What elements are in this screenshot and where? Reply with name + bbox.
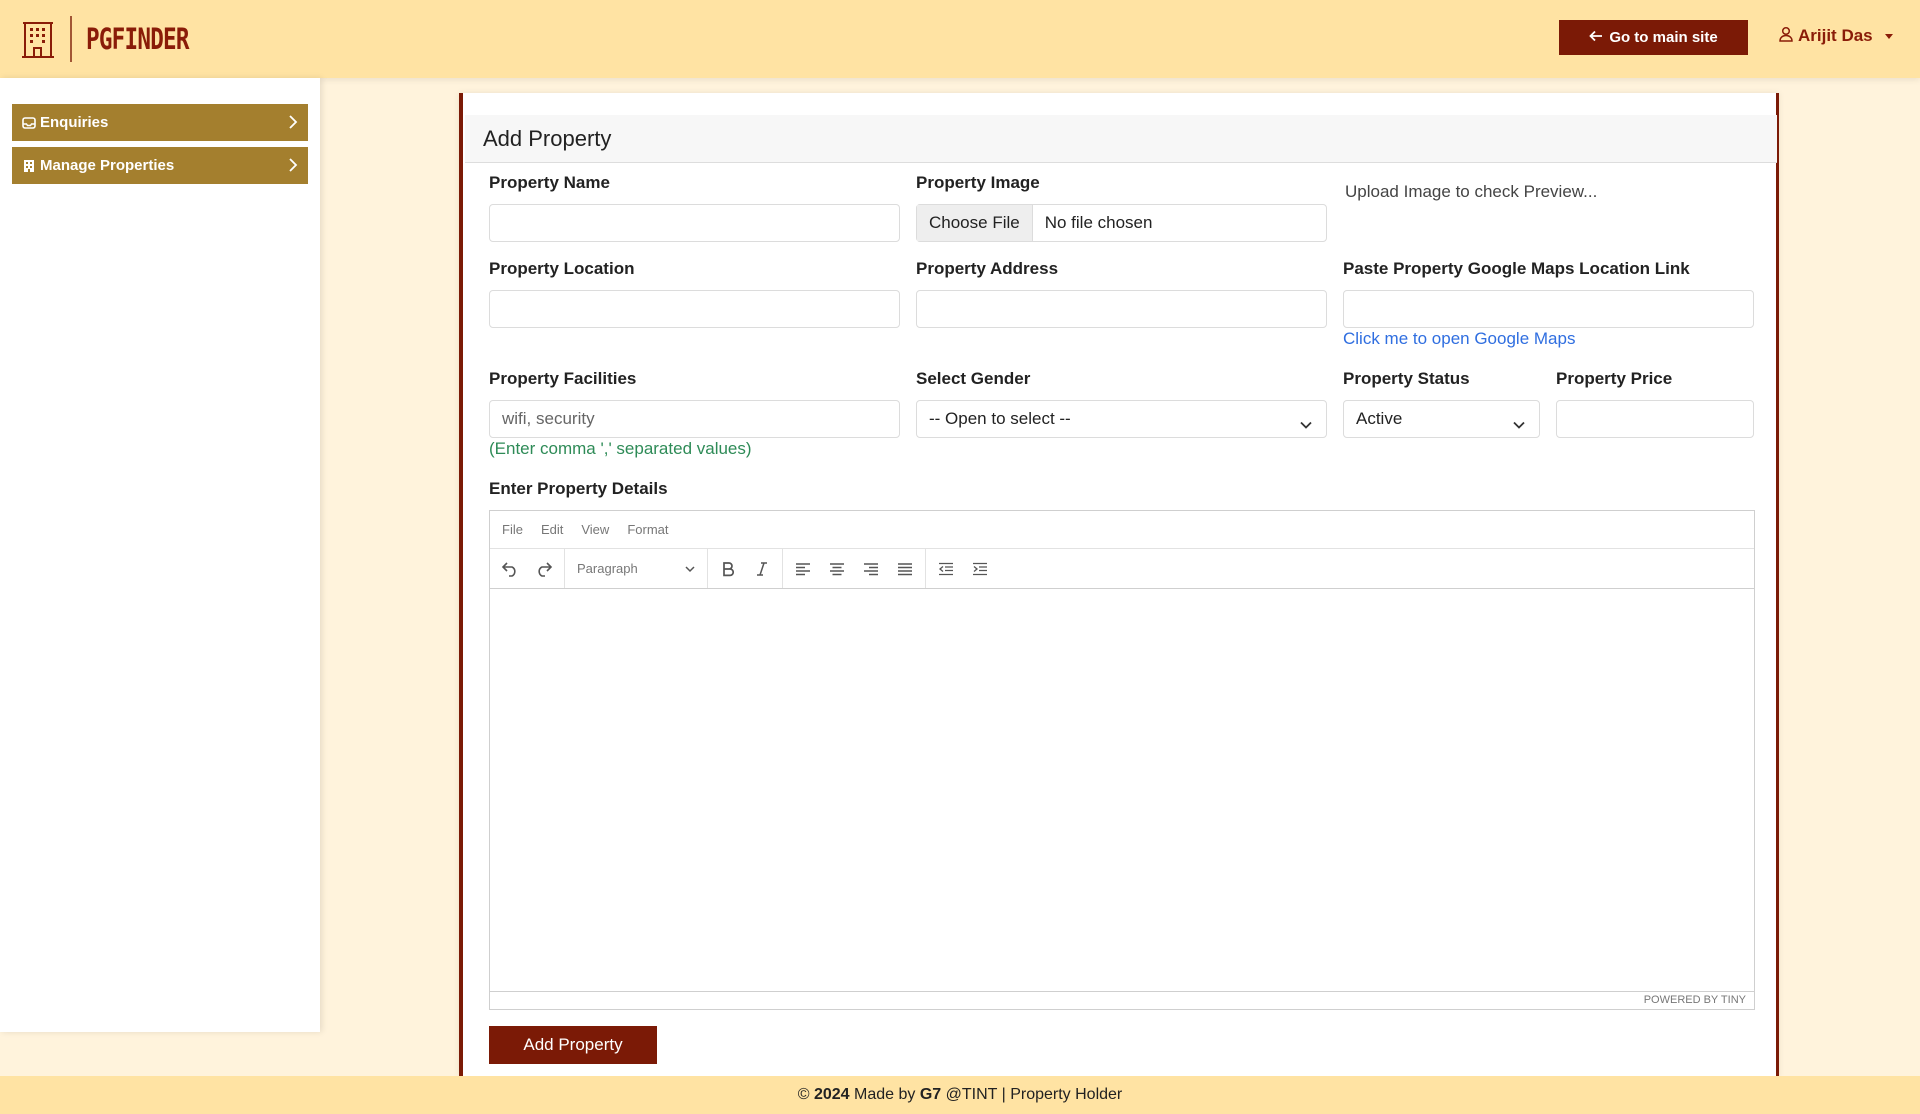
property-name-input[interactable] — [489, 204, 900, 242]
property-image-label: Property Image — [916, 173, 1040, 192]
block-format-select[interactable]: Paragraph — [571, 555, 701, 583]
gender-label: Select Gender — [916, 369, 1031, 388]
user-icon — [1778, 26, 1794, 47]
editor-menubar: File Edit View Format — [490, 511, 1754, 549]
footer-org: @TINT | Property Holder — [945, 1086, 1123, 1103]
gender-select[interactable]: -- Open to select -- — [916, 400, 1327, 438]
user-name: Arijit Das — [1798, 26, 1873, 45]
image-preview-alt: Upload Image to check Preview... — [1345, 181, 1598, 201]
sidebar-item-label: Manage Properties — [40, 157, 175, 174]
caret-down-icon — [1884, 33, 1893, 39]
bold-icon[interactable] — [714, 555, 742, 583]
alignment-group — [783, 549, 926, 588]
outdent-icon[interactable] — [932, 555, 960, 583]
menu-edit[interactable]: Edit — [541, 522, 563, 537]
copyright-symbol: © — [797, 1086, 810, 1103]
open-google-maps-link[interactable]: Click me to open Google Maps — [1343, 329, 1575, 349]
maps-link-label: Paste Property Google Maps Location Link — [1343, 259, 1690, 278]
price-input[interactable] — [1556, 400, 1754, 438]
italic-icon[interactable] — [748, 555, 776, 583]
align-right-icon[interactable] — [857, 555, 885, 583]
page-title: Add Property — [465, 115, 1777, 163]
gender-selected-value: -- Open to select -- — [929, 409, 1071, 428]
chevron-down-icon — [1513, 414, 1525, 434]
chevron-down-icon — [685, 561, 695, 576]
align-justify-icon[interactable] — [891, 555, 919, 583]
property-address-input[interactable] — [916, 290, 1327, 328]
chevron-down-icon — [1300, 414, 1312, 434]
file-status: No file chosen — [1044, 213, 1153, 232]
powered-by-tiny-link[interactable]: POWERED BY TINY — [1644, 994, 1746, 1006]
property-image-file-input[interactable]: Choose File No file chosen — [916, 204, 1327, 242]
choose-file-button[interactable]: Choose File — [917, 205, 1033, 241]
align-center-icon[interactable] — [823, 555, 851, 583]
brand-name: PGFINDER — [86, 22, 189, 56]
undo-icon[interactable] — [496, 555, 524, 583]
user-menu[interactable]: Arijit Das — [1778, 24, 1893, 48]
top-navbar: PGFINDER Go to main site Arijit Das — [0, 0, 1920, 78]
details-label: Enter Property Details — [489, 479, 668, 498]
editor-statusbar: POWERED BY TINY — [490, 991, 1754, 1009]
status-selected-value: Active — [1356, 409, 1403, 428]
add-property-button[interactable]: Add Property — [489, 1026, 657, 1064]
image-preview: Upload Image to check Preview... — [1343, 181, 1597, 202]
rich-text-editor: File Edit View Format Paragraph POWERED … — [489, 510, 1755, 1010]
footer: © 2024 Made by G7 @TINT | Property Holde… — [0, 1076, 1920, 1114]
footer-year: 2024 — [813, 1086, 850, 1103]
block-format-value: Paragraph — [577, 561, 638, 576]
editor-toolbar: Paragraph — [490, 549, 1754, 589]
footer-team: G7 — [919, 1086, 942, 1103]
arrow-left-icon — [1589, 29, 1603, 46]
brand[interactable]: PGFINDER — [20, 16, 218, 62]
sidebar-item-enquiries[interactable]: Enquiries — [12, 104, 308, 141]
sidebar-item-label: Enquiries — [40, 114, 109, 131]
sidebar: Enquiries Manage Properties — [0, 78, 320, 1032]
brand-divider — [70, 16, 72, 62]
redo-icon[interactable] — [530, 555, 558, 583]
editor-content-area[interactable] — [490, 589, 1754, 991]
menu-file[interactable]: File — [502, 522, 523, 537]
building-icon — [20, 18, 56, 60]
footer-made-by: Made by — [854, 1086, 916, 1103]
status-select[interactable]: Active — [1343, 400, 1540, 438]
go-to-main-site-label: Go to main site — [1609, 29, 1718, 46]
block-format-group: Paragraph — [565, 549, 708, 588]
building-icon — [22, 159, 36, 173]
property-location-input[interactable] — [489, 290, 900, 328]
indent-group — [926, 549, 1000, 588]
indent-icon[interactable] — [966, 555, 994, 583]
facilities-input[interactable]: wifi, security — [489, 400, 900, 438]
status-label: Property Status — [1343, 369, 1470, 388]
history-group — [490, 549, 565, 588]
sidebar-item-manage-properties[interactable]: Manage Properties — [12, 147, 308, 184]
chevron-right-icon — [288, 114, 298, 134]
text-style-group — [708, 549, 783, 588]
align-left-icon[interactable] — [789, 555, 817, 583]
go-to-main-site-button[interactable]: Go to main site — [1559, 20, 1748, 55]
inbox-icon — [22, 116, 36, 130]
property-location-label: Property Location — [489, 259, 635, 278]
facilities-help-text: (Enter comma ',' separated values) — [489, 439, 752, 458]
maps-link-input[interactable] — [1343, 290, 1754, 328]
menu-format[interactable]: Format — [627, 522, 668, 537]
property-name-label: Property Name — [489, 173, 610, 192]
menu-view[interactable]: View — [581, 522, 609, 537]
facilities-label: Property Facilities — [489, 369, 637, 388]
property-address-label: Property Address — [916, 259, 1059, 278]
chevron-right-icon — [288, 157, 298, 177]
price-label: Property Price — [1556, 369, 1673, 388]
